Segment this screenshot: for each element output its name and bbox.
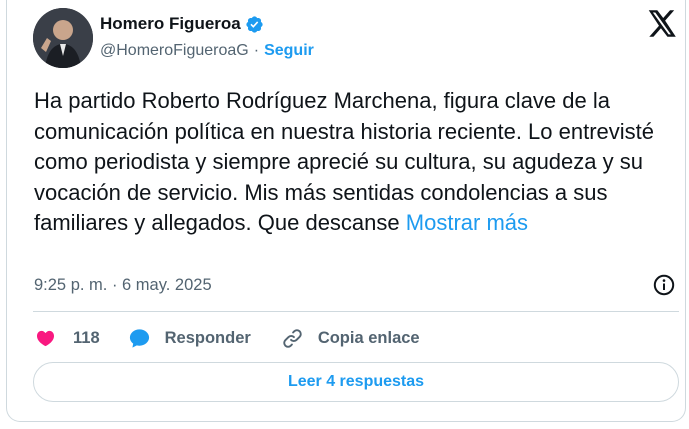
tweet-time: 9:25 p. m. [34, 276, 108, 294]
heart-icon [36, 330, 55, 346]
tweet-embed-card: Homero Figueroa @HomeroFigueroaG · Segui… [6, 0, 686, 422]
author-handle[interactable]: @HomeroFigueroaG [100, 42, 249, 60]
like-count: 118 [73, 328, 100, 347]
copy-link-button[interactable]: Copia enlace [281, 327, 420, 350]
timestamp[interactable]: 9:25 p. m. · 6 may. 2025 [34, 276, 212, 295]
handle-separator: · [253, 42, 260, 59]
show-more-link[interactable]: Mostrar más [406, 210, 528, 235]
tweet-date: 6 may. 2025 [122, 276, 212, 294]
author-name-row: Homero Figueroa [100, 14, 264, 34]
follow-button[interactable]: Seguir [264, 42, 314, 60]
read-replies-button[interactable]: Leer 4 respuestas [33, 362, 679, 402]
date-separator: · [107, 276, 123, 294]
reply-button[interactable]: Responder [128, 327, 251, 350]
tweet-text: Ha partido Roberto Rodríguez Marchena, f… [34, 86, 684, 239]
action-bar: 118 Responder Copia enlace [34, 325, 420, 351]
like-button[interactable]: 118 [34, 327, 100, 350]
author-handle-row: @HomeroFigueroaG · Seguir [100, 42, 314, 60]
reply-bubble-icon [129, 328, 149, 348]
author-name[interactable]: Homero Figueroa [100, 14, 241, 34]
verified-badge-icon [246, 15, 263, 33]
read-replies-label: Leer 4 respuestas [287, 373, 425, 390]
info-icon[interactable] [652, 273, 676, 297]
reply-label: Responder [164, 328, 251, 347]
tweet-body: Ha partido Roberto Rodríguez Marchena, f… [34, 88, 655, 235]
avatar[interactable] [33, 8, 93, 68]
x-logo-icon[interactable] [648, 10, 677, 37]
link-icon [283, 328, 302, 348]
divider [33, 311, 679, 312]
copy-link-label: Copia enlace [317, 328, 420, 347]
